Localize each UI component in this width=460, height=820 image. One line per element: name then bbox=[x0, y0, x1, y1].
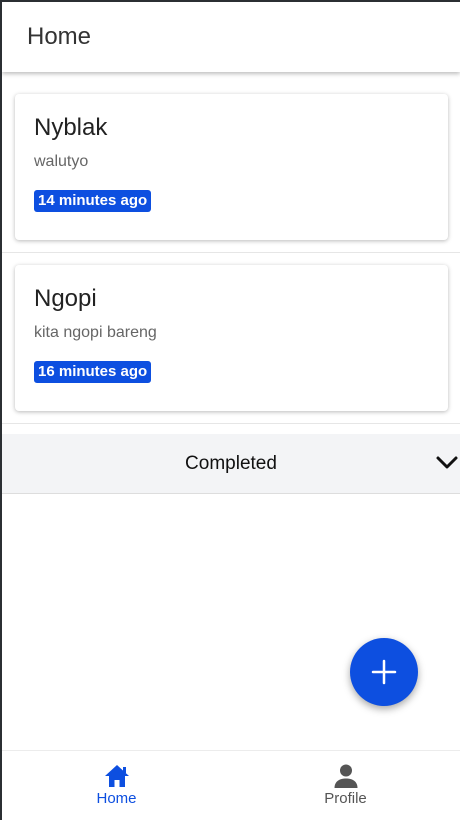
add-task-button[interactable] bbox=[350, 638, 418, 706]
person-icon bbox=[334, 764, 357, 788]
time-badge: 16 minutes ago bbox=[34, 361, 152, 383]
completed-label: Completed bbox=[185, 452, 277, 474]
app-frame: Home Nyblak walutyo 14 minutes ago Ngopi… bbox=[0, 0, 460, 820]
task-card-wrapper: Nyblak walutyo 14 minutes ago bbox=[2, 72, 460, 253]
chevron-down-icon bbox=[436, 456, 458, 469]
task-card-wrapper: Ngopi kita ngopi bareng 16 minutes ago bbox=[2, 253, 460, 424]
nav-label-profile: Profile bbox=[324, 790, 367, 807]
home-icon bbox=[104, 765, 129, 787]
task-card[interactable]: Nyblak walutyo 14 minutes ago bbox=[15, 94, 448, 240]
task-title: Nyblak bbox=[34, 114, 108, 141]
app-header: Home bbox=[2, 2, 460, 72]
task-description: walutyo bbox=[34, 153, 89, 170]
time-badge: 14 minutes ago bbox=[34, 190, 152, 212]
nav-item-home[interactable]: Home bbox=[2, 751, 231, 820]
task-description: kita ngopi bareng bbox=[34, 324, 157, 341]
task-card[interactable]: Ngopi kita ngopi bareng 16 minutes ago bbox=[15, 265, 448, 411]
task-title: Ngopi bbox=[34, 285, 97, 312]
page-title: Home bbox=[27, 23, 92, 50]
completed-section-toggle[interactable]: Completed bbox=[2, 434, 460, 494]
plus-icon bbox=[371, 659, 397, 685]
nav-item-profile[interactable]: Profile bbox=[231, 751, 460, 820]
bottom-navigation: Home Profile bbox=[2, 750, 460, 820]
nav-label-home: Home bbox=[96, 790, 137, 807]
task-list: Nyblak walutyo 14 minutes ago Ngopi kita… bbox=[2, 72, 460, 424]
